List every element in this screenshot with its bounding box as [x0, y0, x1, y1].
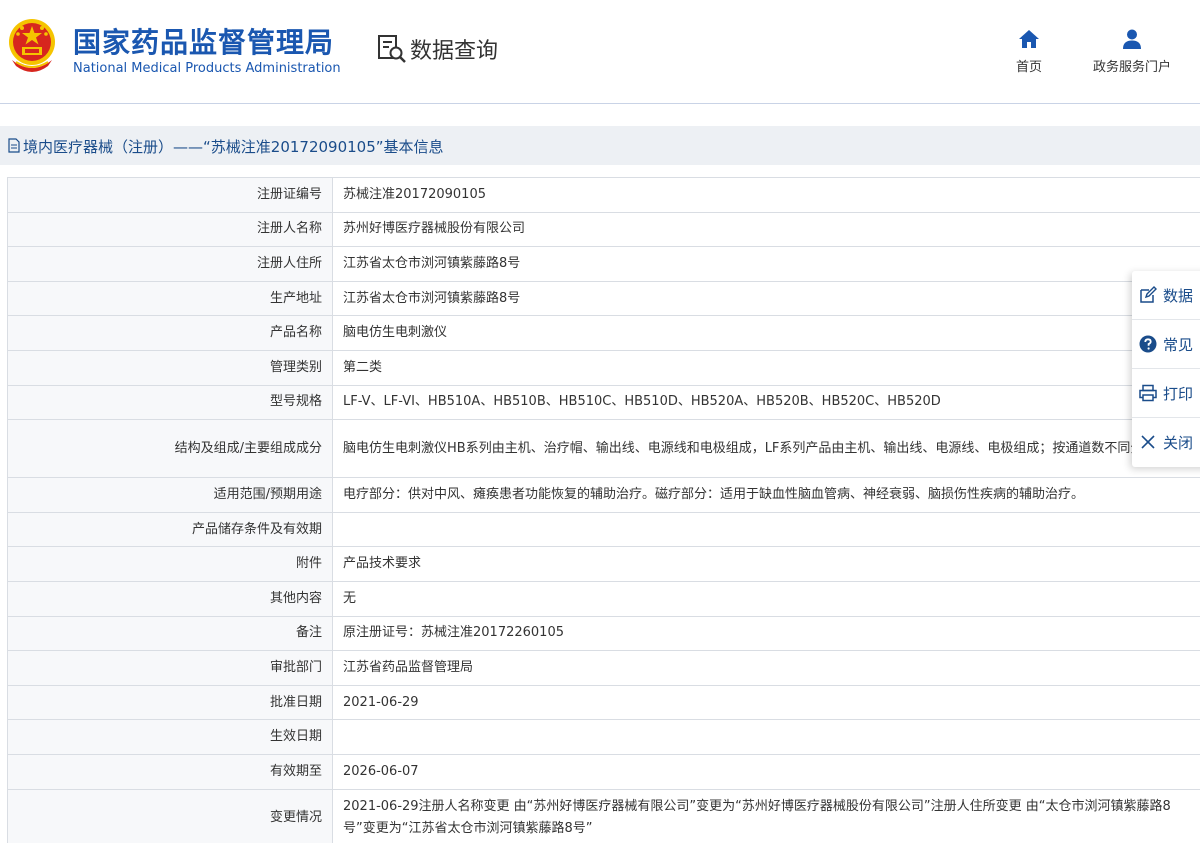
- field-value: 苏州好博医疗器械股份有限公司: [332, 211, 1200, 248]
- field-label: 审批部门: [7, 650, 333, 686]
- table-row: 管理类别 第二类: [7, 349, 1200, 386]
- field-value: 电疗部分：供对中风、瘫痪患者功能恢复的辅助治疗。磁疗部分：适用于缺血性脑血管病、…: [332, 477, 1200, 513]
- field-value: 2026-06-07: [332, 753, 1200, 790]
- nav-home[interactable]: 首页: [1012, 28, 1046, 75]
- field-label: 变更情况: [7, 788, 333, 843]
- field-value: [332, 719, 1200, 755]
- field-value: 江苏省药品监督管理局: [332, 650, 1200, 686]
- table-row: 注册人住所 江苏省太仓市浏河镇紫藤路8号: [7, 246, 1200, 282]
- field-label: 有效期至: [7, 753, 333, 790]
- user-icon: [1123, 29, 1141, 49]
- field-label: 产品储存条件及有效期: [7, 511, 333, 548]
- table-row: 结构及组成/主要组成成分 脑电仿生电刺激仪HB系列由主机、治疗帽、输出线、电源线和…: [7, 419, 1200, 479]
- side-faq-button[interactable]: 常见: [1132, 320, 1200, 369]
- table-row: 注册证编号 苏械注准20172090105: [7, 177, 1200, 213]
- field-value: LF-V、LF-VI、HB510A、HB510B、HB510C、HB510D、H…: [332, 384, 1200, 421]
- table-row: 注册人名称 苏州好博医疗器械股份有限公司: [7, 211, 1200, 248]
- field-value: 2021-06-29: [332, 684, 1200, 721]
- table-row: 批准日期 2021-06-29: [7, 684, 1200, 721]
- table-row: 产品储存条件及有效期: [7, 511, 1200, 548]
- field-value: 脑电仿生电刺激仪HB系列由主机、治疗帽、输出线、电源线和电极组成，LF系列产品由…: [332, 419, 1200, 479]
- side-close-button[interactable]: 关闭: [1132, 418, 1200, 467]
- field-label: 适用范围/预期用途: [7, 477, 333, 513]
- data-query-icon: [378, 35, 406, 63]
- document-icon: [8, 138, 20, 153]
- site-header: 国家药品监督管理局 National Medical Products Admi…: [0, 0, 1200, 104]
- field-label: 附件: [7, 546, 333, 582]
- nav-home-label: 首页: [1015, 60, 1042, 75]
- table-row: 有效期至 2026-06-07: [7, 753, 1200, 790]
- field-label: 批准日期: [7, 684, 333, 721]
- table-row: 变更情况 2021-06-29注册人名称变更 由“苏州好博医疗器械有限公司”变更为…: [7, 788, 1200, 843]
- field-label: 生产地址: [7, 280, 333, 317]
- field-label: 产品名称: [7, 315, 333, 351]
- national-emblem-icon: [9, 19, 55, 72]
- site-title-en: National Medical Products Administration: [73, 61, 341, 76]
- field-label: 结构及组成/主要组成成分: [7, 419, 333, 479]
- side-data-label: 数据: [1163, 287, 1194, 305]
- table-row: 附件 产品技术要求: [7, 546, 1200, 582]
- field-value: 江苏省太仓市浏河镇紫藤路8号: [332, 280, 1200, 317]
- close-icon: [1141, 435, 1155, 449]
- table-row: 生效日期: [7, 719, 1200, 755]
- table-row: 型号规格 LF-V、LF-VI、HB510A、HB510B、HB510C、HB51…: [7, 384, 1200, 421]
- field-value: 脑电仿生电刺激仪: [332, 315, 1200, 351]
- field-value: 第二类: [332, 349, 1200, 386]
- side-print-button[interactable]: 打印: [1132, 369, 1200, 418]
- field-value: 原注册证号：苏械注准20172260105: [332, 615, 1200, 652]
- home-icon: [1019, 30, 1039, 48]
- side-data-button[interactable]: 数据: [1132, 271, 1200, 320]
- nav-gov-label: 政务服务门户: [1092, 60, 1171, 75]
- field-label: 注册证编号: [7, 177, 333, 213]
- page-title: 境内医疗器械（注册）——“苏械注准20172090105”基本信息: [23, 138, 444, 156]
- table-row: 产品名称 脑电仿生电刺激仪: [7, 315, 1200, 351]
- field-label: 注册人名称: [7, 211, 333, 248]
- table-row: 其他内容无: [7, 580, 1200, 617]
- field-value: 江苏省太仓市浏河镇紫藤路8号: [332, 246, 1200, 282]
- field-label: 型号规格: [7, 384, 333, 421]
- print-icon: [1139, 384, 1157, 402]
- field-value: 无: [332, 580, 1200, 617]
- nav-gov-service[interactable]: 政务服务门户: [1080, 28, 1184, 75]
- side-close-label: 关闭: [1163, 434, 1194, 452]
- section-label: 数据查询: [410, 39, 499, 64]
- table-row: 生产地址 江苏省太仓市浏河镇紫藤路8号: [7, 280, 1200, 317]
- help-icon: [1139, 335, 1157, 353]
- table-row: 审批部门 江苏省药品监督管理局: [7, 650, 1200, 686]
- side-panel: 数据 常见 打印 关闭: [1132, 271, 1200, 467]
- field-value: 2021-06-29注册人名称变更 由“苏州好博医疗器械有限公司”变更为“苏州好…: [332, 788, 1200, 843]
- side-print-label: 打印: [1163, 385, 1194, 403]
- field-label: 管理类别: [7, 349, 333, 386]
- table-row: 适用范围/预期用途 电疗部分：供对中风、瘫痪患者功能恢复的辅助治疗。磁疗部分：适用…: [7, 477, 1200, 513]
- field-value: 产品技术要求: [332, 546, 1200, 582]
- detail-table: 注册证编号 苏械注准20172090105 注册人名称 苏州好博医疗器械股份有限公司注…: [7, 177, 1200, 843]
- site-title-cn: 国家药品监督管理局: [73, 26, 335, 59]
- field-label: 备注: [7, 615, 333, 652]
- side-faq-label: 常见: [1163, 336, 1194, 354]
- table-row: 备注 原注册证号：苏械注准20172260105: [7, 615, 1200, 652]
- page-title-bar: 境内医疗器械（注册）——“苏械注准20172090105”基本信息: [0, 126, 1200, 165]
- field-label: 生效日期: [7, 719, 333, 755]
- field-label: 注册人住所: [7, 246, 333, 282]
- field-label: 其他内容: [7, 580, 333, 617]
- edit-icon: [1140, 286, 1157, 303]
- field-value: [332, 511, 1200, 548]
- field-value: 苏械注准20172090105: [332, 177, 1200, 213]
